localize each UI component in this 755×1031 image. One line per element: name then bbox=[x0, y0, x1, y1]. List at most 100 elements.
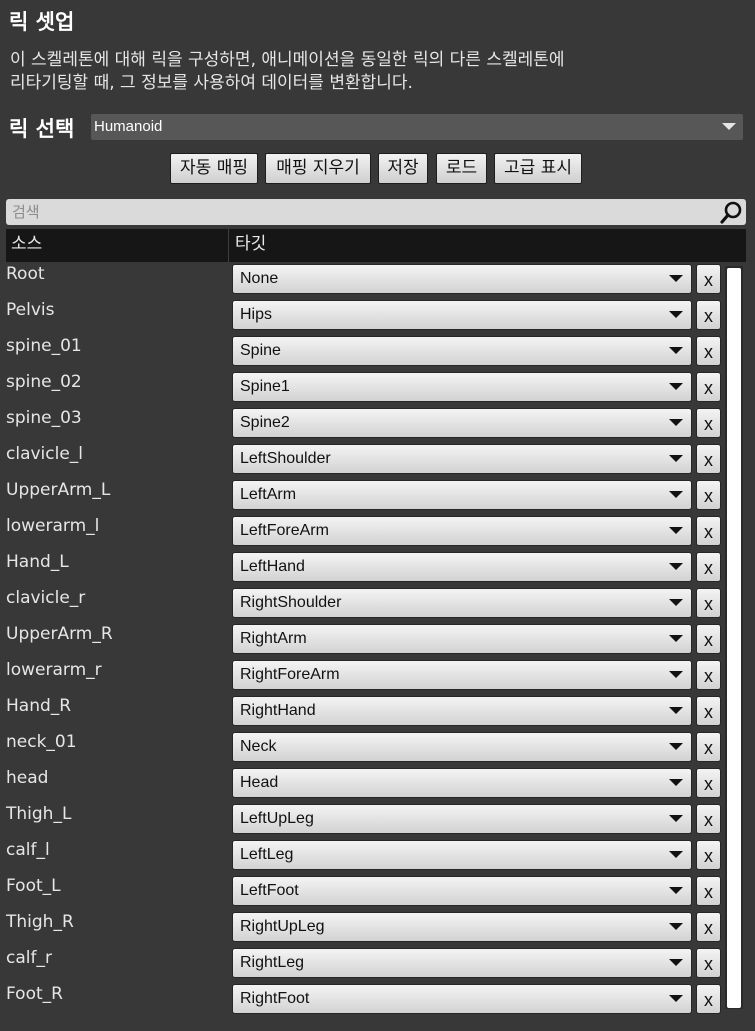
target-bone-dropdown[interactable]: RightUpLeg bbox=[232, 912, 692, 942]
mapping-row: spine_02 Spine1 x bbox=[0, 370, 725, 406]
target-bone-dropdown[interactable]: Spine bbox=[232, 336, 692, 366]
source-bone-label: Foot_L bbox=[6, 876, 61, 896]
clear-mapping-x-button[interactable]: x bbox=[696, 372, 721, 402]
source-bone-label: Hand_R bbox=[6, 696, 72, 716]
clear-mapping-x-button[interactable]: x bbox=[696, 444, 721, 474]
chevron-down-icon bbox=[722, 123, 736, 130]
chevron-down-icon bbox=[669, 887, 683, 894]
target-bone-value: Spine2 bbox=[240, 414, 290, 431]
chevron-down-icon bbox=[669, 815, 683, 822]
source-bone-label: spine_01 bbox=[6, 336, 82, 356]
mapping-row: Hand_L LeftHand x bbox=[0, 550, 725, 586]
chevron-down-icon bbox=[669, 707, 683, 714]
rig-select-dropdown[interactable]: Humanoid bbox=[91, 114, 743, 140]
mapping-row: lowerarm_r RightForeArm x bbox=[0, 658, 725, 694]
target-column-header[interactable]: 타깃 bbox=[235, 229, 266, 262]
table-header: 소스 타깃 bbox=[6, 229, 746, 262]
auto-map-button[interactable]: 자동 매핑 bbox=[170, 153, 258, 184]
source-column-header[interactable]: 소스 bbox=[6, 229, 229, 262]
target-bone-dropdown[interactable]: RightHand bbox=[232, 696, 692, 726]
mapping-row: Hand_R RightHand x bbox=[0, 694, 725, 730]
chevron-down-icon bbox=[669, 635, 683, 642]
source-bone-label: Hand_L bbox=[6, 552, 69, 572]
mapping-row: spine_03 Spine2 x bbox=[0, 406, 725, 442]
mapping-row: clavicle_r RightShoulder x bbox=[0, 586, 725, 622]
clear-mapping-x-button[interactable]: x bbox=[696, 804, 721, 834]
target-bone-value: LeftUpLeg bbox=[240, 810, 314, 827]
source-bone-label: spine_03 bbox=[6, 408, 82, 428]
mapping-row: lowerarm_l LeftForeArm x bbox=[0, 514, 725, 550]
clear-mapping-x-button[interactable]: x bbox=[696, 336, 721, 366]
target-bone-dropdown[interactable]: RightArm bbox=[232, 624, 692, 654]
source-bone-label: Root bbox=[6, 264, 45, 284]
target-bone-dropdown[interactable]: LeftForeArm bbox=[232, 516, 692, 546]
clear-mapping-x-button[interactable]: x bbox=[696, 840, 721, 870]
clear-mapping-x-button[interactable]: x bbox=[696, 984, 721, 1014]
target-bone-dropdown[interactable]: LeftUpLeg bbox=[232, 804, 692, 834]
clear-mapping-x-button[interactable]: x bbox=[696, 300, 721, 330]
chevron-down-icon bbox=[669, 851, 683, 858]
clear-mapping-x-button[interactable]: x bbox=[696, 912, 721, 942]
clear-mapping-x-button[interactable]: x bbox=[696, 516, 721, 546]
chevron-down-icon bbox=[669, 599, 683, 606]
clear-mapping-x-button[interactable]: x bbox=[696, 552, 721, 582]
target-bone-dropdown[interactable]: Neck bbox=[232, 732, 692, 762]
target-bone-value: LeftHand bbox=[240, 558, 305, 575]
mapping-row: spine_01 Spine x bbox=[0, 334, 725, 370]
target-bone-dropdown[interactable]: RightForeArm bbox=[232, 660, 692, 690]
mapping-row: Thigh_L LeftUpLeg x bbox=[0, 802, 725, 838]
target-bone-dropdown[interactable]: None bbox=[232, 264, 692, 294]
target-bone-dropdown[interactable]: LeftArm bbox=[232, 480, 692, 510]
target-bone-dropdown[interactable]: RightFoot bbox=[232, 984, 692, 1014]
chevron-down-icon bbox=[669, 275, 683, 282]
rig-select-value: Humanoid bbox=[94, 118, 163, 135]
clear-mapping-button[interactable]: 매핑 지우기 bbox=[265, 153, 371, 184]
target-bone-dropdown[interactable]: LeftFoot bbox=[232, 876, 692, 906]
show-advanced-button[interactable]: 고급 표시 bbox=[494, 153, 582, 184]
target-bone-dropdown[interactable]: LeftShoulder bbox=[232, 444, 692, 474]
clear-mapping-x-button[interactable]: x bbox=[696, 948, 721, 978]
bone-mapping-list: Root None x Pelvis Hips x spine_01 Spine x spine_… bbox=[0, 262, 725, 1018]
target-bone-dropdown[interactable]: Head bbox=[232, 768, 692, 798]
source-bone-label: clavicle_l bbox=[6, 444, 84, 464]
target-bone-value: RightForeArm bbox=[240, 666, 340, 683]
toolbar: 자동 매핑 매핑 지우기 저장 로드 고급 표시 bbox=[0, 153, 755, 184]
chevron-down-icon bbox=[669, 923, 683, 930]
mapping-row: Pelvis Hips x bbox=[0, 298, 725, 334]
description-line: 리타기팅할 때, 그 정보를 사용하여 데이터를 변환합니다. bbox=[10, 73, 413, 93]
clear-mapping-x-button[interactable]: x bbox=[696, 408, 721, 438]
target-bone-dropdown[interactable]: LeftLeg bbox=[232, 840, 692, 870]
clear-mapping-x-button[interactable]: x bbox=[696, 876, 721, 906]
target-bone-value: LeftFoot bbox=[240, 882, 299, 899]
target-bone-dropdown[interactable]: LeftHand bbox=[232, 552, 692, 582]
chevron-down-icon bbox=[669, 527, 683, 534]
target-bone-dropdown[interactable]: Spine2 bbox=[232, 408, 692, 438]
clear-mapping-x-button[interactable]: x bbox=[696, 264, 721, 294]
clear-mapping-x-button[interactable]: x bbox=[696, 660, 721, 690]
search-icon[interactable] bbox=[720, 200, 744, 224]
target-bone-dropdown[interactable]: RightLeg bbox=[232, 948, 692, 978]
search-box bbox=[6, 199, 746, 225]
source-bone-label: calf_r bbox=[6, 948, 52, 968]
target-bone-dropdown[interactable]: Spine1 bbox=[232, 372, 692, 402]
target-bone-value: Neck bbox=[240, 738, 277, 755]
mapping-row: Thigh_R RightUpLeg x bbox=[0, 910, 725, 946]
target-bone-value: RightShoulder bbox=[240, 594, 342, 611]
clear-mapping-x-button[interactable]: x bbox=[696, 588, 721, 618]
clear-mapping-x-button[interactable]: x bbox=[696, 624, 721, 654]
scrollbar-thumb[interactable] bbox=[727, 268, 741, 1008]
search-input[interactable] bbox=[12, 201, 712, 223]
target-bone-dropdown[interactable]: Hips bbox=[232, 300, 692, 330]
clear-mapping-x-button[interactable]: x bbox=[696, 480, 721, 510]
mapping-row: neck_01 Neck x bbox=[0, 730, 725, 766]
chevron-down-icon bbox=[669, 779, 683, 786]
mapping-row: calf_l LeftLeg x bbox=[0, 838, 725, 874]
target-bone-dropdown[interactable]: RightShoulder bbox=[232, 588, 692, 618]
clear-mapping-x-button[interactable]: x bbox=[696, 768, 721, 798]
save-button[interactable]: 저장 bbox=[378, 153, 428, 184]
clear-mapping-x-button[interactable]: x bbox=[696, 732, 721, 762]
clear-mapping-x-button[interactable]: x bbox=[696, 696, 721, 726]
mapping-row: calf_r RightLeg x bbox=[0, 946, 725, 982]
load-button[interactable]: 로드 bbox=[436, 153, 487, 184]
chevron-down-icon bbox=[669, 995, 683, 1002]
